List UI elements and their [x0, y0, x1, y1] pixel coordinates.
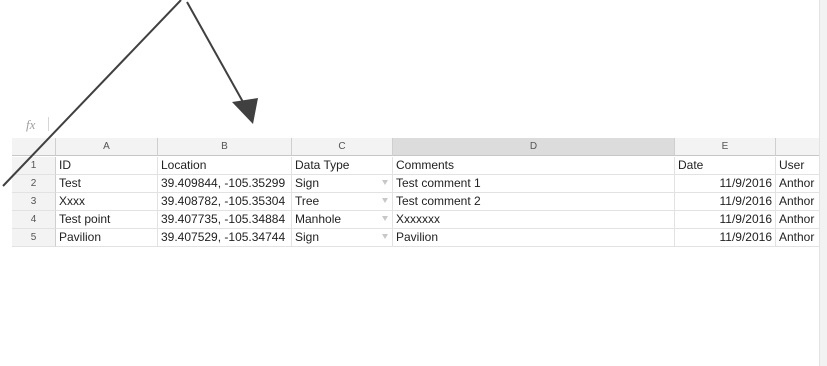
annotation-arrows	[2, 0, 258, 187]
annotation-line-right	[186, 1, 244, 103]
annotation-line-left	[2, 0, 182, 187]
arrowhead-icon	[232, 98, 258, 124]
